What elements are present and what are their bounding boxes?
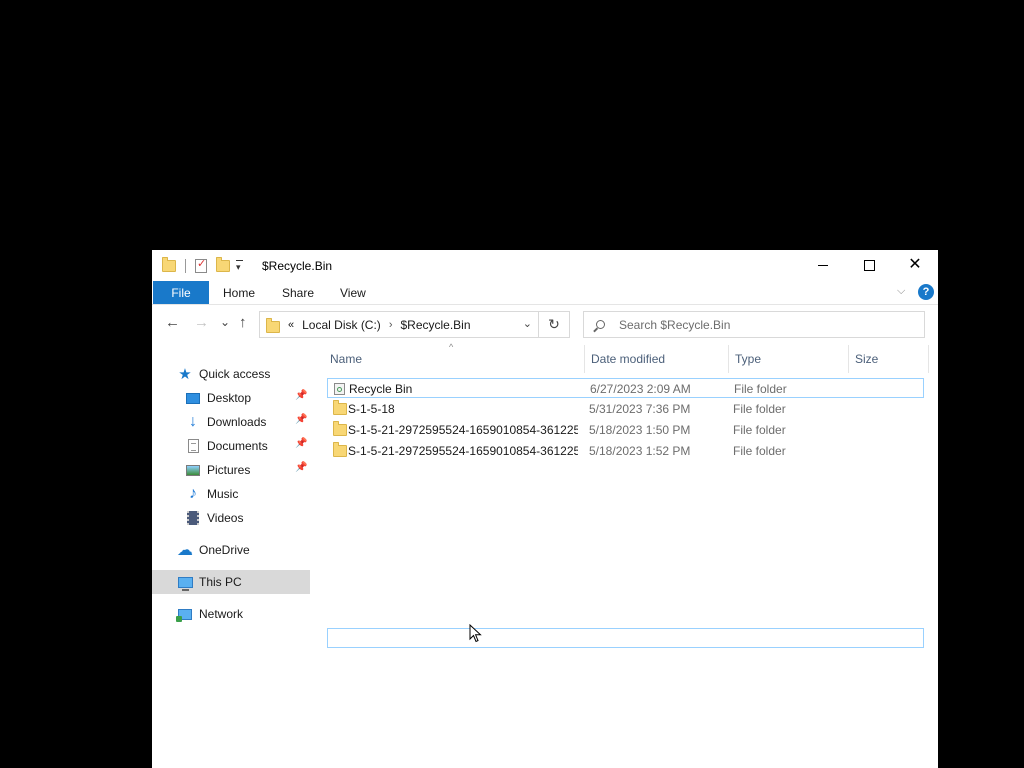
documents-icon	[187, 439, 199, 453]
file-name: S-1-5-18	[348, 402, 395, 416]
file-date: 6/27/2023 2:09 AM	[590, 382, 691, 396]
pin-icon[interactable]: 📌	[295, 462, 307, 473]
breadcrumb-overflow-icon[interactable]: «	[288, 319, 294, 331]
properties-icon[interactable]	[195, 257, 207, 273]
address-dropdown-icon[interactable]: ⌄	[523, 317, 532, 330]
refresh-icon: ↻	[548, 316, 560, 332]
maximize-button[interactable]	[846, 250, 892, 280]
customize-toolbar-icon[interactable]: ▾	[236, 259, 243, 273]
file-date: 5/31/2023 7:36 PM	[589, 402, 691, 416]
navigation-bar: ← → ⌄ ↑ « Local Disk (C:) › $Recycle.Bin…	[152, 305, 938, 345]
search-box[interactable]: Search $Recycle.Bin	[583, 311, 925, 338]
pin-icon[interactable]: 📌	[295, 390, 307, 401]
folder-icon	[333, 421, 347, 436]
this-pc-icon	[177, 576, 193, 591]
address-bar[interactable]: « Local Disk (C:) › $Recycle.Bin ⌄	[259, 311, 539, 338]
music-icon: ♪	[189, 485, 197, 502]
tab-view[interactable]: View	[340, 281, 366, 304]
back-arrow-icon[interactable]: ←	[165, 315, 180, 330]
window-title: $Recycle.Bin	[262, 259, 333, 273]
breadcrumb-local-disk[interactable]: Local Disk (C:)	[302, 318, 381, 332]
quick-access-toolbar: ▾	[162, 257, 243, 275]
mouse-cursor-icon	[469, 624, 482, 643]
nav-item-downloads[interactable]: ↓ Downloads	[185, 410, 310, 434]
folder-icon	[162, 257, 176, 272]
folder-icon	[333, 442, 347, 457]
file-type: File folder	[733, 444, 786, 458]
nav-item-pictures[interactable]: Pictures	[185, 458, 310, 482]
tab-file[interactable]: File	[153, 281, 209, 304]
tab-home[interactable]: Home	[223, 281, 255, 304]
refresh-button[interactable]: ↻	[539, 311, 570, 338]
close-icon: ✕	[908, 256, 922, 273]
network-icon	[176, 608, 192, 622]
file-date: 5/18/2023 1:50 PM	[589, 423, 691, 437]
help-icon[interactable]: ?	[918, 284, 934, 300]
file-type: File folder	[734, 382, 787, 396]
nav-item-onedrive[interactable]: ☁ OneDrive	[177, 538, 310, 562]
title-bar: ▾ $Recycle.Bin ✕	[152, 250, 938, 281]
folder-icon	[333, 400, 347, 415]
file-name: S-1-5-21-2972595524-1659010854-361225...	[348, 423, 578, 437]
nav-item-quick-access[interactable]: ★ Quick access	[177, 362, 307, 386]
ribbon-tabs: File Home Share View ⌵ ?	[152, 281, 938, 305]
pin-icon[interactable]: 📌	[295, 414, 307, 425]
file-type: File folder	[733, 423, 786, 437]
pin-icon[interactable]: 📌	[295, 438, 307, 449]
file-name: Recycle Bin	[349, 382, 413, 396]
desktop-icon	[186, 392, 200, 404]
search-icon	[596, 320, 605, 329]
nav-item-videos[interactable]: Videos	[185, 506, 310, 530]
table-row[interactable]: S-1-5-21-2972595524-1659010854-361225...…	[327, 441, 924, 461]
table-row[interactable]: Recycle Bin 6/27/2023 2:09 AM File folde…	[327, 378, 924, 398]
up-arrow-icon[interactable]: ↑	[239, 315, 247, 330]
table-row[interactable]: S-1-5-21-2972595524-1659010854-361225...…	[327, 420, 924, 440]
breadcrumb-separator-icon[interactable]: ›	[389, 319, 393, 331]
toolbar-divider	[185, 259, 186, 273]
maximize-icon	[863, 259, 875, 271]
videos-icon	[187, 511, 199, 525]
file-date: 5/18/2023 1:52 PM	[589, 444, 691, 458]
table-row[interactable]: S-1-5-18 5/31/2023 7:36 PM File folder	[327, 399, 924, 419]
search-input[interactable]: Search $Recycle.Bin	[619, 318, 730, 332]
close-button[interactable]: ✕	[892, 250, 938, 280]
file-rows-container: Recycle Bin 6/27/2023 2:09 AM File folde…	[324, 345, 934, 768]
breadcrumb-recycle-bin[interactable]: $Recycle.Bin	[400, 318, 470, 332]
file-name: S-1-5-21-2972595524-1659010854-361225...	[348, 444, 578, 458]
tab-share[interactable]: Share	[282, 281, 314, 304]
nav-item-this-pc[interactable]: This PC	[152, 570, 310, 594]
folder-icon	[266, 317, 280, 333]
new-folder-icon[interactable]	[216, 257, 230, 272]
file-type: File folder	[733, 402, 786, 416]
forward-arrow-icon[interactable]: →	[194, 315, 209, 330]
minimize-icon	[818, 264, 828, 266]
expand-ribbon-icon[interactable]: ⌵	[897, 285, 905, 298]
nav-item-documents[interactable]: Documents	[185, 434, 310, 458]
downloads-icon: ↓	[189, 413, 197, 430]
nav-item-music[interactable]: ♪ Music	[185, 482, 310, 506]
navigation-pane: ★ Quick access Desktop 📌 ↓ Downloads 📌 D…	[152, 345, 310, 768]
recent-locations-icon[interactable]: ⌄	[220, 316, 230, 328]
minimize-button[interactable]	[800, 250, 846, 280]
nav-item-desktop[interactable]: Desktop	[185, 386, 310, 410]
quick-access-star-icon: ★	[178, 366, 192, 383]
onedrive-cloud-icon: ☁	[177, 542, 193, 559]
recycle-bin-icon	[334, 383, 345, 395]
pictures-icon	[186, 464, 200, 476]
nav-item-network[interactable]: Network	[176, 602, 310, 626]
file-explorer-window: ▾ $Recycle.Bin ✕ File Home Share View ⌵ …	[152, 250, 938, 768]
